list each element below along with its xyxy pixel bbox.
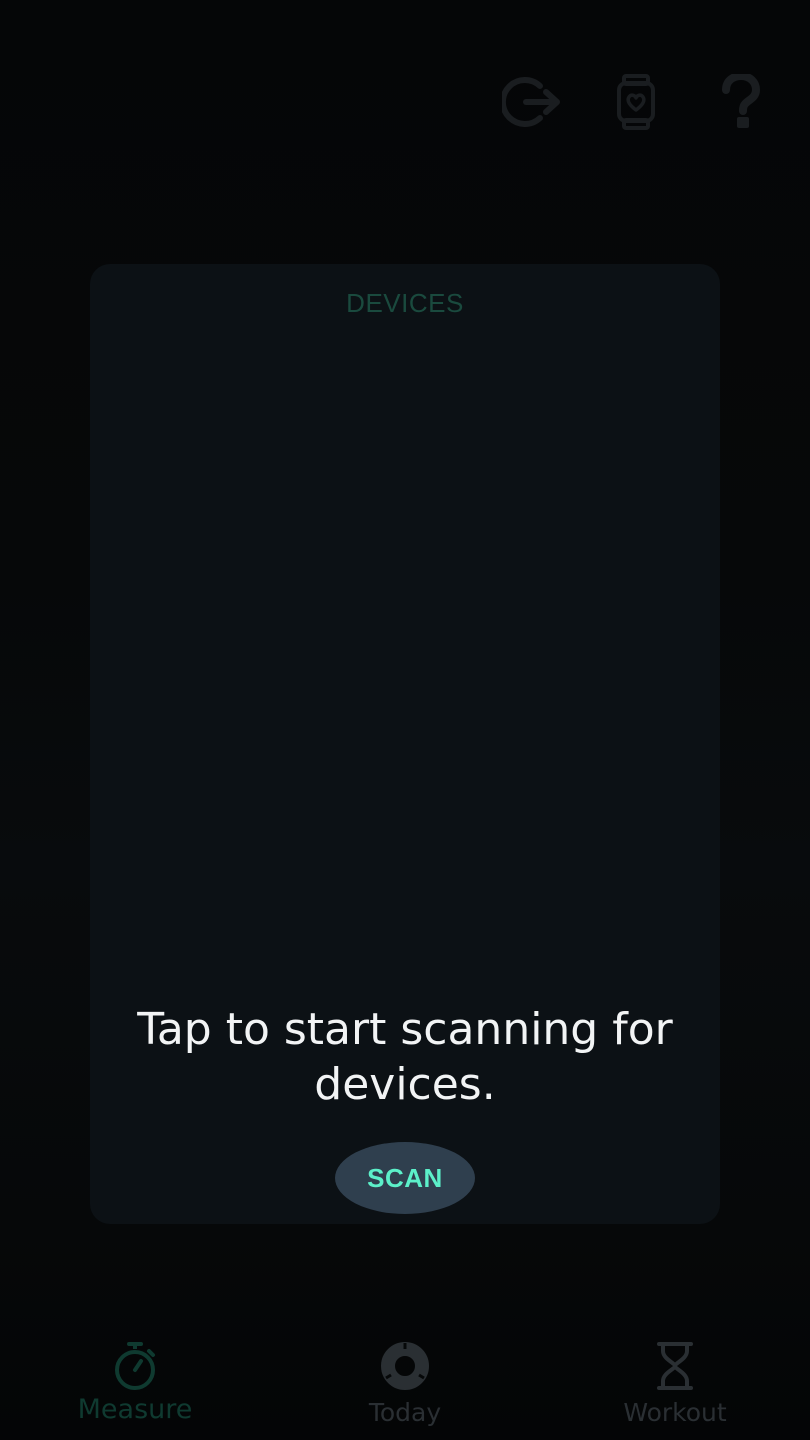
app-screen: DEVICES Tap to start scanning for device… <box>0 0 810 1440</box>
scan-button[interactable]: SCAN <box>335 1142 475 1214</box>
scan-hint-message: Tap to start scanning for devices. <box>137 1004 673 1110</box>
nav-label-today: Today <box>368 1398 442 1427</box>
nav-item-workout[interactable]: Workout <box>540 1320 810 1440</box>
help-icon <box>720 74 760 130</box>
stopwatch-icon <box>111 1338 159 1394</box>
help-button[interactable] <box>710 70 770 134</box>
nav-item-today[interactable]: Today <box>270 1320 540 1440</box>
nav-label-measure: Measure <box>77 1394 193 1425</box>
nav-label-workout: Workout <box>623 1398 727 1427</box>
logout-button[interactable] <box>502 70 562 134</box>
nav-item-measure[interactable]: Measure <box>0 1320 270 1440</box>
top-toolbar <box>502 70 770 134</box>
devices-card-title: DEVICES <box>346 288 464 318</box>
donut-chart-icon <box>380 1338 430 1394</box>
bottom-navigation: Measure Today Workout <box>0 1320 810 1440</box>
hourglass-icon <box>655 1338 695 1394</box>
logout-icon <box>502 74 562 130</box>
watch-heart-icon <box>616 74 656 130</box>
watch-button[interactable] <box>606 70 666 134</box>
